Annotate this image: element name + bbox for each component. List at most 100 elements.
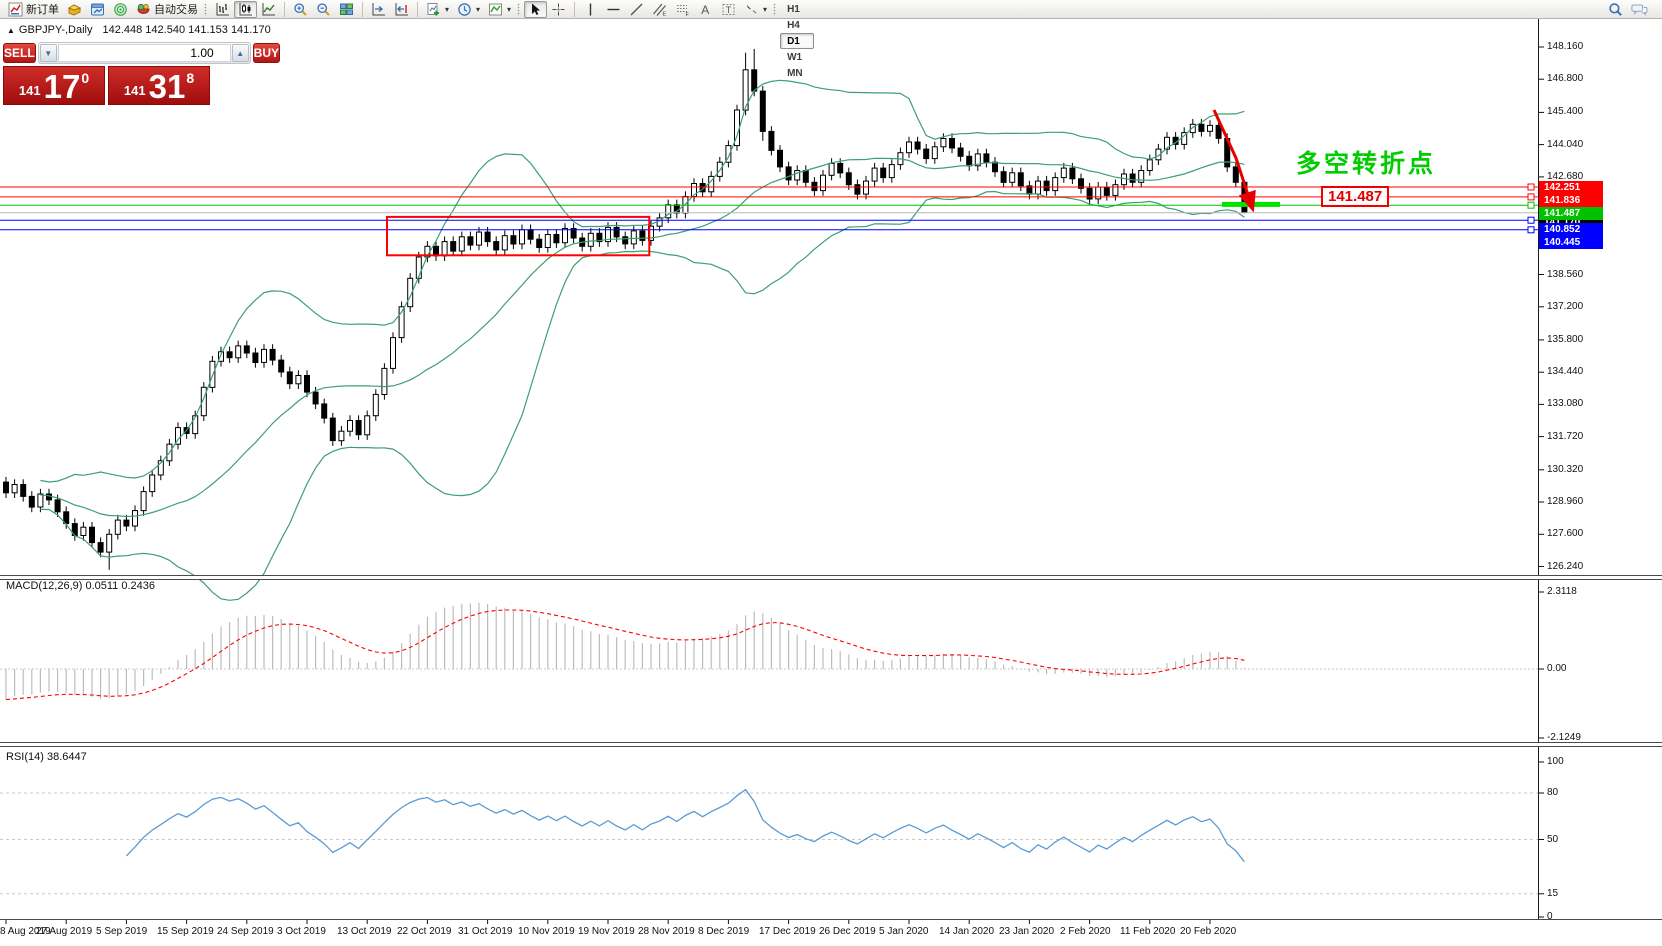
horizontal-line-tool-button[interactable] (602, 1, 625, 18)
arrows-tool-button[interactable]: ▾ (740, 1, 771, 18)
mt4-terminal: 新订单 (0, 0, 1662, 946)
line-chart-button[interactable] (257, 1, 280, 18)
trendline-icon (629, 2, 644, 17)
bar-chart-button[interactable] (211, 1, 234, 18)
text-tool-button[interactable]: A (694, 1, 717, 18)
text-label-icon: T (721, 2, 736, 17)
fibonacci-tool-button[interactable]: F (671, 1, 694, 18)
arrows-shapes-icon (744, 2, 759, 17)
market-watch-icon (90, 2, 105, 17)
toolbar-grip[interactable] (204, 3, 207, 16)
turning-point-annotation[interactable]: 多空转折点 (1296, 144, 1436, 180)
vertical-line-icon (583, 2, 598, 17)
volume-control: ▼ ▲ (38, 42, 251, 64)
buy-button[interactable]: BUY (253, 43, 280, 63)
chart-canvas (0, 0, 1662, 946)
candles-layer (4, 49, 1247, 570)
timeframe-button-MN[interactable]: MN (780, 65, 813, 81)
crosshair-icon (551, 2, 566, 17)
add-indicator-icon (426, 2, 441, 17)
trendline-tool-button[interactable] (625, 1, 648, 18)
dropdown-caret-icon: ▾ (763, 5, 767, 14)
main-macd-splitter[interactable] (0, 575, 1662, 580)
channel-tool-button[interactable]: E (648, 1, 671, 18)
timeframe-toolbar: M1M5M15M30H1H4D1W1MN (780, 0, 813, 81)
dropdown-caret-icon: ▾ (507, 5, 511, 14)
rsi-line (126, 790, 1244, 862)
auto-scroll-button[interactable] (390, 1, 413, 18)
chart-shift-button[interactable] (367, 1, 390, 18)
rsi-label: RSI(14) 38.6447 (6, 751, 87, 763)
profiles-button[interactable] (63, 1, 86, 18)
tile-windows-icon (339, 2, 354, 17)
autotrading-icon (136, 2, 151, 17)
volume-increase-button[interactable]: ▲ (232, 44, 249, 62)
zoom-out-button[interactable] (312, 1, 335, 18)
price-axis-separator (1538, 19, 1539, 919)
profiles-icon (67, 2, 82, 17)
timeframe-button-W1[interactable]: W1 (780, 49, 813, 65)
navigator-button[interactable] (109, 1, 132, 18)
candlestick-chart-icon (238, 2, 253, 17)
line-chart-icon (261, 2, 276, 17)
chart-shift-icon (371, 2, 386, 17)
auto-scroll-icon (394, 2, 409, 17)
rsi-dates-separator (0, 919, 1662, 920)
hline-anchor[interactable] (1528, 184, 1534, 190)
volume-decrease-button[interactable]: ▼ (40, 44, 57, 62)
bar-chart-icon (215, 2, 230, 17)
tile-windows-button[interactable] (335, 1, 358, 18)
new-order-button[interactable]: 新订单 (4, 1, 63, 18)
hline-anchor[interactable] (1528, 202, 1534, 208)
text-label-tool-button[interactable]: T (717, 1, 740, 18)
vertical-line-tool-button[interactable] (579, 1, 602, 18)
hline-anchor[interactable] (1528, 227, 1534, 233)
symbol-marker-icon: ▲ (7, 26, 15, 35)
new-order-icon (8, 2, 23, 17)
main-toolbar: 新订单 (0, 0, 1662, 19)
downtrend-arrow[interactable] (1214, 110, 1251, 204)
timeframe-button-H4[interactable]: H4 (780, 17, 813, 33)
add-indicator-button[interactable]: ▾ (422, 1, 453, 18)
clock-icon (457, 2, 472, 17)
sell-button[interactable]: SELL (3, 43, 36, 63)
zoom-out-icon (316, 2, 331, 17)
buy-price-panel[interactable]: 141 31 8 (108, 66, 210, 105)
cursor-icon (528, 2, 543, 17)
market-watch-button[interactable] (86, 1, 109, 18)
toolbar-grip[interactable] (517, 3, 520, 16)
volume-input[interactable] (58, 44, 231, 62)
fibonacci-icon: F (675, 2, 690, 17)
hline-anchor[interactable] (1528, 194, 1534, 200)
chart-ohlc-values: 142.448 142.540 141.153 141.170 (102, 24, 270, 36)
chart-symbol-period: GBPJPY-,Daily (19, 24, 93, 36)
new-order-label: 新订单 (26, 1, 59, 17)
zoom-in-button[interactable] (289, 1, 312, 18)
price-callout-label[interactable]: 141.487 (1321, 186, 1389, 207)
chat-icon[interactable] (1631, 2, 1648, 17)
macd-rsi-splitter[interactable] (0, 742, 1662, 747)
timeframe-button-H1[interactable]: H1 (780, 1, 813, 17)
timeframe-button-D1[interactable]: D1 (780, 33, 813, 49)
macd-label: MACD(12,26,9) 0.0511 0.2436 (6, 580, 155, 592)
period-button[interactable]: ▾ (453, 1, 484, 18)
svg-text:A: A (701, 3, 709, 17)
chart-title: ▲ GBPJPY-,Daily 142.448 142.540 141.153 14… (7, 24, 271, 36)
autotrading-button[interactable]: 自动交易 (132, 1, 202, 18)
equidistant-channel-icon: E (652, 2, 667, 17)
template-button[interactable]: ▾ (484, 1, 515, 18)
crosshair-tool-button[interactable] (547, 1, 570, 18)
svg-text:T: T (726, 5, 732, 15)
sell-price-panel[interactable]: 141 17 0 (3, 66, 105, 105)
hline-anchor[interactable] (1528, 217, 1534, 223)
horizontal-line-icon (606, 2, 621, 17)
candlestick-chart-button[interactable] (234, 1, 257, 18)
svg-text:F: F (686, 12, 690, 17)
horizontal-lines[interactable] (0, 184, 1538, 233)
buy-price-big-figure: 141 (124, 83, 146, 98)
toolbar-grip[interactable] (773, 3, 776, 16)
cursor-tool-button[interactable] (524, 1, 547, 18)
sell-price-big-figure: 141 (19, 83, 41, 98)
sell-price-pips: 17 (44, 72, 81, 102)
search-icon[interactable] (1608, 2, 1623, 17)
